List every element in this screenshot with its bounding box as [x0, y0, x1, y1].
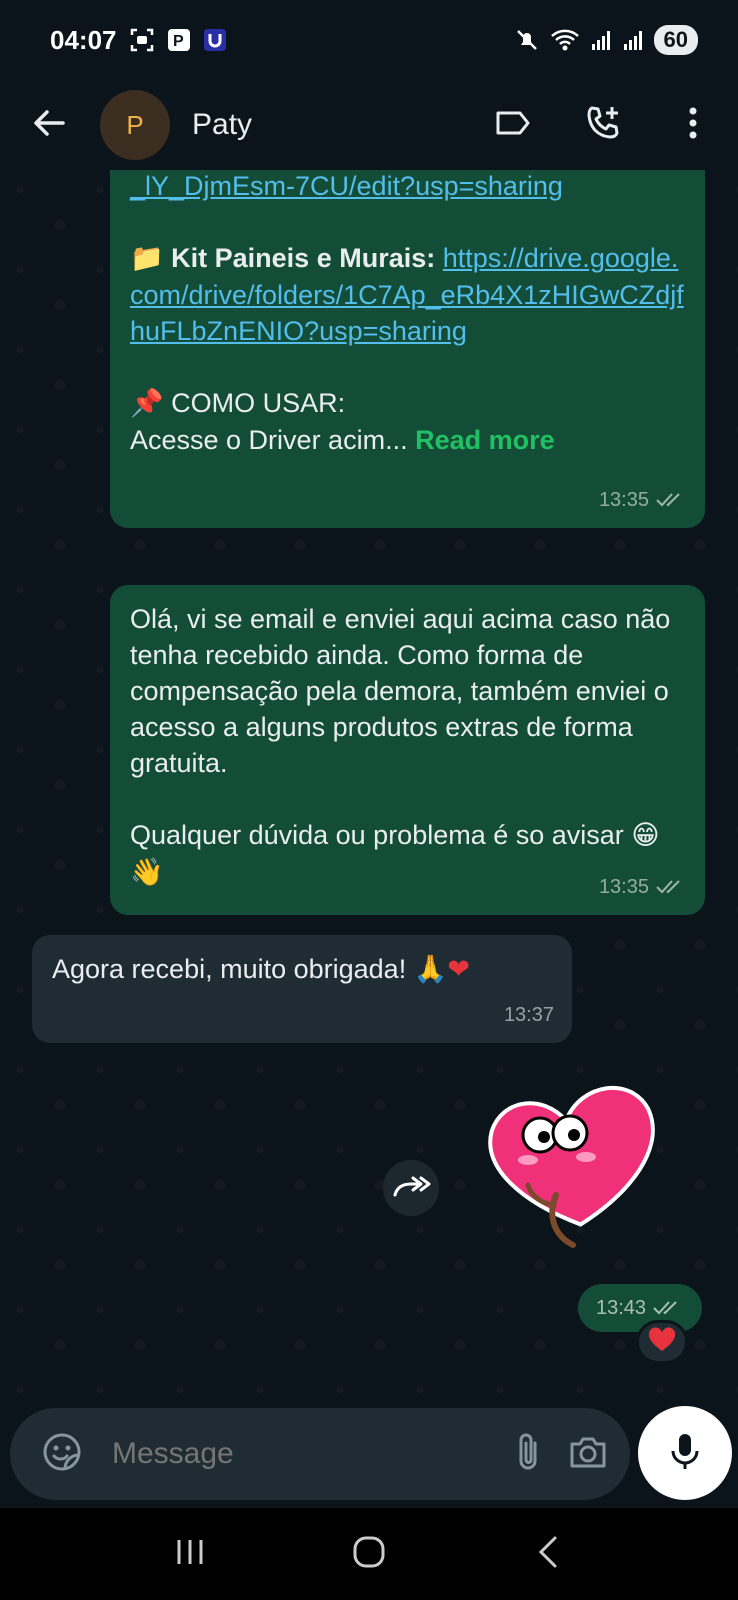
sticker-icon — [42, 1432, 82, 1477]
pushpin-icon: 📌 — [130, 388, 164, 419]
back-button[interactable] — [4, 80, 94, 170]
status-time: 04:07 — [50, 24, 117, 55]
status-bar: 04:07 P 60 — [0, 0, 738, 80]
message-bubble-outgoing[interactable]: Olá, vi se email e enviei aqui acima cas… — [110, 585, 705, 915]
chat-header: P Paty — [0, 80, 738, 170]
double-check-icon — [652, 1299, 684, 1317]
message-text: Qualquer dúvida ou problema é so avisar — [130, 820, 624, 850]
red-heart-icon — [648, 1326, 676, 1358]
app-notification-icon — [203, 28, 227, 52]
attach-button[interactable] — [498, 1419, 558, 1489]
microphone-icon — [669, 1431, 701, 1476]
message-preview: Acesse o Driver acim... — [130, 425, 408, 455]
kit-label: Kit Paineis e Murais: — [171, 243, 436, 273]
voice-message-button[interactable] — [638, 1406, 732, 1500]
message-meta: 13:37 — [504, 997, 554, 1033]
praying-hands-icon: 🙏 — [413, 954, 448, 985]
folder-icon: 📁 — [130, 243, 164, 274]
read-more-link[interactable]: Read more — [415, 425, 555, 455]
signal-icon-2 — [622, 29, 644, 51]
chat-area[interactable]: _lY_DjmEsm-7CU/edit?usp=sharing 📁 Kit Pa… — [0, 170, 738, 1408]
message-input[interactable] — [112, 1437, 498, 1471]
add-call-button[interactable] — [558, 80, 648, 170]
recents-icon — [174, 1538, 206, 1571]
forward-icon — [391, 1173, 431, 1204]
arrow-left-icon — [31, 105, 67, 146]
more-vertical-icon — [687, 105, 699, 146]
more-options-button[interactable] — [648, 80, 738, 170]
grinning-face-icon: 😁 — [631, 820, 660, 851]
label-tag-icon — [494, 108, 532, 143]
camera-button[interactable] — [558, 1419, 618, 1489]
message-time: 13:35 — [598, 489, 649, 511]
mute-icon — [514, 27, 540, 53]
double-check-icon — [655, 878, 687, 896]
home-icon — [352, 1535, 386, 1574]
wifi-icon — [550, 28, 580, 52]
message-time: 13:35 — [598, 876, 649, 898]
home-button[interactable] — [324, 1519, 414, 1589]
camera-icon — [568, 1434, 608, 1475]
message-bubble-outgoing[interactable]: _lY_DjmEsm-7CU/edit?usp=sharing 📁 Kit Pa… — [110, 170, 705, 528]
avatar[interactable]: P — [100, 90, 170, 160]
message-link[interactable]: _lY_DjmEsm-7CU/edit?usp=sharing — [130, 171, 563, 201]
sticker-button[interactable] — [32, 1419, 92, 1489]
heart-reaction[interactable] — [636, 1320, 688, 1364]
signal-icon — [590, 29, 612, 51]
message-meta: 13:35 — [599, 869, 687, 905]
message-composer — [10, 1408, 630, 1500]
message-time: 13:43 — [595, 1296, 647, 1319]
heart-sticker[interactable] — [478, 1075, 668, 1265]
red-heart-icon: ❤ — [447, 954, 470, 985]
message-text: Agora recebi, muito obrigada! — [52, 954, 407, 984]
battery-level: 60 — [653, 25, 698, 55]
system-back-button[interactable] — [503, 1519, 593, 1589]
contact-name[interactable]: Paty — [192, 108, 252, 142]
message-bubble-incoming[interactable]: Agora recebi, muito obrigada! 🙏❤ 13:37 — [32, 935, 572, 1043]
como-usar-label: COMO USAR: — [171, 388, 346, 418]
forward-button[interactable] — [383, 1160, 439, 1216]
svg-text:P: P — [173, 33, 184, 50]
system-nav-bar — [0, 1508, 738, 1600]
chat-screen: 04:07 P 60 P Paty _lY_DjmEsm-7CU/edit?us… — [0, 0, 738, 1600]
sticker-meta: 13:43 — [578, 1284, 702, 1332]
screenshot-icon — [129, 27, 155, 53]
message-text: Olá, vi se email e enviei aqui acima cas… — [130, 604, 671, 778]
waving-hand-icon: 👋 — [130, 857, 164, 888]
message-meta: 13:35 — [599, 482, 687, 518]
add-call-icon — [584, 104, 622, 147]
label-button[interactable] — [468, 80, 558, 170]
message-time: 13:37 — [503, 1004, 554, 1026]
parking-app-icon: P — [167, 28, 191, 52]
paperclip-icon — [513, 1431, 543, 1478]
double-check-icon — [655, 491, 687, 509]
chevron-left-icon — [536, 1535, 560, 1574]
recents-button[interactable] — [145, 1519, 235, 1589]
